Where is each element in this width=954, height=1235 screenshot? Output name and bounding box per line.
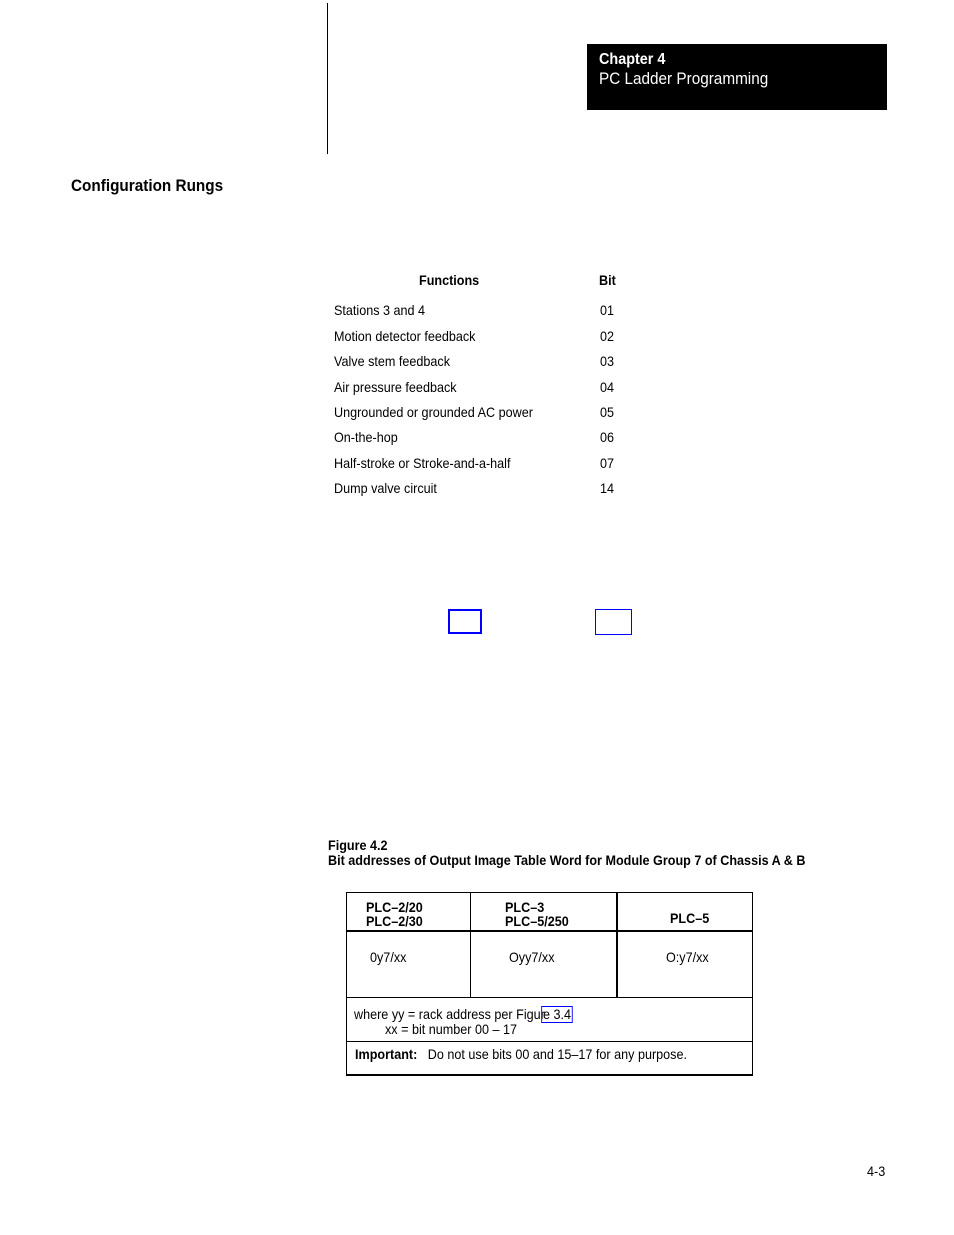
- column-header-plc5: PLC–5: [670, 910, 710, 926]
- column-header-plc3-line2: PLC–5/250: [505, 913, 569, 929]
- bit-value: 02: [600, 328, 615, 344]
- function-label: Half-stroke or Stroke-and-a-half: [334, 455, 511, 471]
- table-row: On-the-hop 06: [334, 429, 634, 449]
- chapter-title: PC Ladder Programming: [599, 69, 769, 88]
- page-number: 4-3: [867, 1163, 886, 1179]
- address-plc5: O:y7/xx: [666, 949, 709, 965]
- bit-value: 04: [600, 379, 615, 395]
- function-label: Dump valve circuit: [334, 480, 437, 496]
- column-header-plc2-line2: PLC–2/30: [366, 913, 423, 929]
- link-box-left[interactable]: [448, 609, 482, 634]
- column-header-plc2-line1: PLC–2/20: [366, 899, 423, 915]
- function-label: On-the-hop: [334, 429, 398, 445]
- header-divider: [347, 930, 752, 932]
- table-row: Dump valve circuit 14: [334, 480, 634, 500]
- figure-3-4-link[interactable]: e 3.4: [541, 1006, 573, 1023]
- bit-value: 07: [600, 455, 615, 471]
- where-note-line2: xx = bit number 00 – 17: [385, 1021, 518, 1037]
- column-header-plc3-line1: PLC–3: [505, 899, 545, 915]
- row-divider: [347, 997, 752, 998]
- bit-header: Bit: [599, 272, 616, 288]
- column-divider: [616, 893, 618, 997]
- bit-value: 03: [600, 353, 615, 369]
- important-label: Important:: [355, 1046, 418, 1062]
- section-title: Configuration Rungs: [71, 176, 224, 195]
- figure-title: Bit addresses of Output Image Table Word…: [328, 852, 806, 868]
- functions-header: Functions: [419, 272, 480, 288]
- chapter-header: Chapter 4 PC Ladder Programming: [587, 44, 887, 110]
- table-row: Ungrounded or grounded AC power 05: [334, 404, 634, 424]
- address-plc2: 0y7/xx: [370, 949, 407, 965]
- margin-rule: [327, 3, 328, 154]
- table-row: Motion detector feedback 02: [334, 328, 634, 348]
- important-text: Do not use bits 00 and 15–17 for any pur…: [427, 1046, 687, 1062]
- row-divider: [347, 1041, 752, 1042]
- table-row: Half-stroke or Stroke-and-a-half 07: [334, 455, 634, 475]
- column-divider: [470, 893, 471, 997]
- bit-value: 06: [600, 429, 615, 445]
- function-label: Ungrounded or grounded AC power: [334, 404, 533, 420]
- table-row: Air pressure feedback 04: [334, 379, 634, 399]
- bit-value: 05: [600, 404, 615, 420]
- bit-value: 01: [600, 302, 615, 318]
- important-note: Important: Do not use bits 00 and 15–17 …: [355, 1047, 687, 1061]
- function-label: Motion detector feedback: [334, 328, 476, 344]
- where-note-text: where yy = rack address per Figur: [354, 1006, 545, 1022]
- chapter-number: Chapter 4: [599, 51, 666, 68]
- link-box-right[interactable]: [595, 609, 632, 635]
- table-row: Stations 3 and 4 01: [334, 302, 634, 322]
- function-label: Valve stem feedback: [334, 353, 451, 369]
- function-label: Air pressure feedback: [334, 379, 457, 395]
- figure-caption: Figure 4.2 Bit addresses of Output Image…: [328, 838, 805, 868]
- function-label: Stations 3 and 4: [334, 302, 426, 318]
- address-table: PLC–2/20 PLC–2/30 PLC–3 PLC–5/250 PLC–5 …: [346, 892, 753, 1076]
- bit-value: 14: [600, 480, 615, 496]
- figure-number: Figure 4.2: [328, 837, 388, 853]
- address-plc3: Oyy7/xx: [509, 949, 555, 965]
- table-row: Valve stem feedback 03: [334, 353, 634, 373]
